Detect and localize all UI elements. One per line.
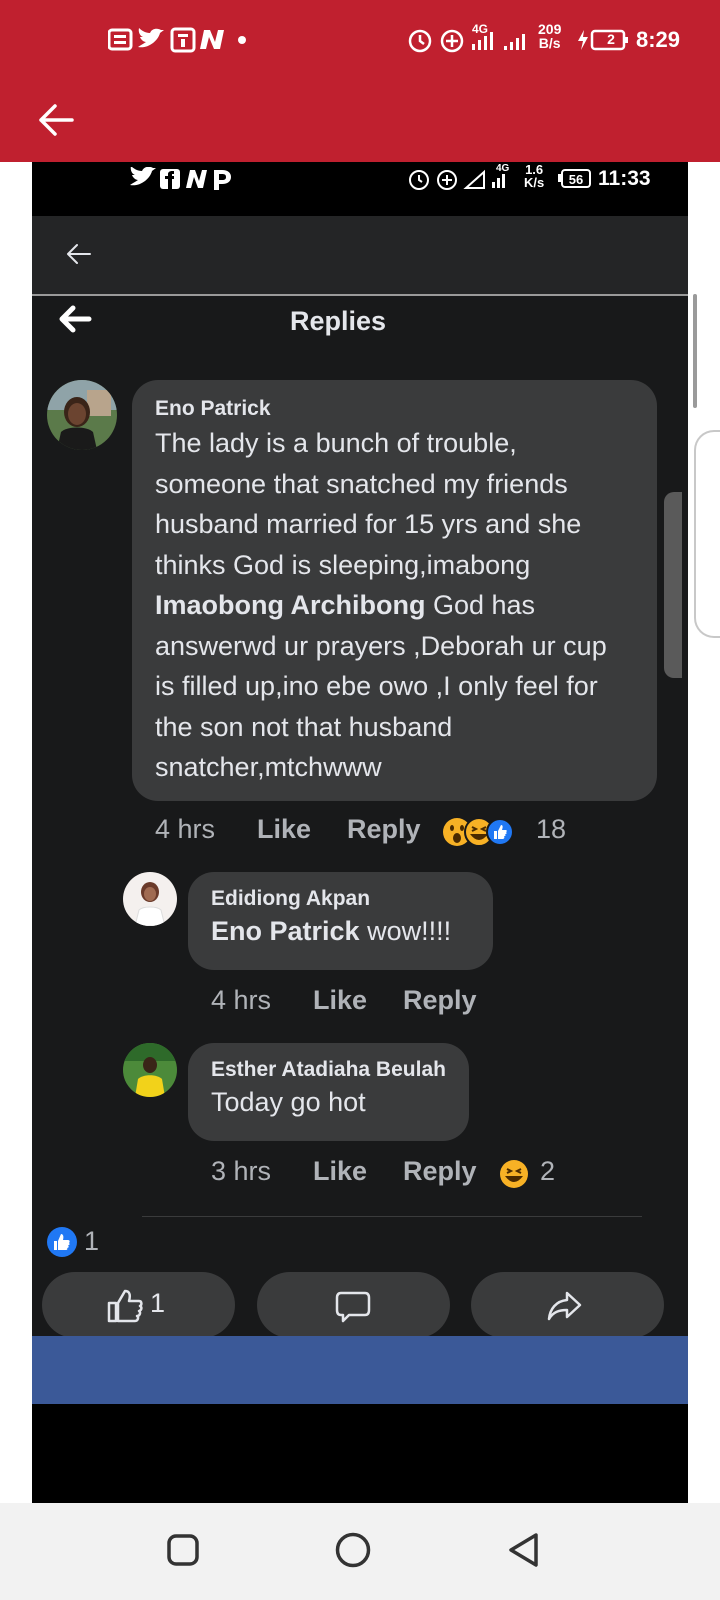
like-action-count: 1 [150,1288,166,1318]
inner-speed-unit: K/s [524,175,545,190]
inner-battery-level: 56 [568,172,584,187]
shared-screenshot: 4G 1.6 K/s 56 11:33 Replies Eno Patrick … [32,162,688,1503]
share-icon [547,1291,582,1321]
mention-link[interactable]: Imaobong Archibong [155,590,425,620]
reaction-count[interactable]: 2 [540,1156,555,1187]
like-button[interactable]: Like [313,1156,367,1187]
back-arrow-icon[interactable] [38,103,74,137]
home-icon[interactable] [334,1531,372,1569]
comment-bubble-3[interactable]: Esther Atadiaha Beulah Today go hot [188,1043,469,1141]
comment-action-button[interactable] [257,1272,450,1338]
comment-text-part: The lady is a bunch of trouble, someone … [155,428,582,580]
comment-text: The lady is a bunch of trouble, someone … [155,423,633,788]
comment-bubble-1[interactable]: Eno Patrick The lady is a bunch of troub… [132,380,657,801]
page-title: Replies [289,306,387,336]
comment-icon [335,1291,371,1323]
battery-level: 2 [607,31,615,47]
replies-screen: Replies Eno Patrick The lady is a bunch … [32,298,688,1398]
status-time: 8:29 [636,27,681,52]
like-action-button[interactable]: 1 [42,1272,235,1338]
reply-button[interactable]: Reply [403,1156,477,1187]
inner-app-bar [32,216,688,296]
comment-author[interactable]: Edidiong Akpan [211,887,471,911]
avatar-eno-patrick[interactable] [47,380,117,450]
comment-bubble-2[interactable]: Edidiong Akpan Eno Patrick wow!!!! [188,872,493,970]
mention-link[interactable]: Eno Patrick [211,916,360,946]
comment-time: 3 hrs [211,1156,272,1186]
edge-tab[interactable] [664,492,682,678]
divider [142,1216,642,1217]
reaction-count[interactable]: 18 [536,814,566,845]
speed-unit: B/s [538,35,561,51]
right-edge [664,162,720,1503]
system-navigation-bar [0,1503,720,1600]
notification-icons [108,27,246,53]
reply-button[interactable]: Reply [347,814,421,845]
share-action-button[interactable] [471,1272,664,1338]
inner-status-bar: 4G 1.6 K/s 56 11:33 [32,162,688,216]
edge-panel-handle[interactable] [694,430,720,638]
back-icon[interactable] [506,1531,542,1569]
outer-app-header: 4G 209 B/s 2 8:29 [0,0,720,162]
post-reaction-count[interactable]: 1 [84,1226,99,1257]
haha-reaction-icon[interactable] [498,1158,530,1190]
inner-status-time: 11:33 [598,167,651,190]
inner-network-type: 4G [496,163,510,174]
alarm-icon [408,29,464,53]
recents-icon[interactable] [166,1533,200,1567]
thumbs-up-icon [107,1289,143,1323]
avatar-esther-atadiaha-beulah[interactable] [123,1043,177,1097]
inner-back-arrow-icon[interactable] [66,243,92,265]
inner-notification-icons [130,167,231,190]
comment-text: Eno Patrick wow!!!! [211,911,471,952]
comment-time: 4 hrs [211,985,272,1015]
bottom-black-area [32,1404,688,1503]
scrollbar[interactable] [693,294,697,408]
banner-strip [32,1336,688,1404]
comment-text-part: wow!!!! [359,916,452,946]
speed-value: 209 [538,21,562,37]
comment-author[interactable]: Esther Atadiaha Beulah [211,1058,447,1082]
like-reaction-icon [47,1227,77,1257]
signal-icon [472,32,525,50]
comment-text: Today go hot [211,1087,366,1117]
reaction-icons[interactable] [442,816,524,850]
avatar-edidiong-akpan[interactable] [123,872,177,926]
reply-button[interactable]: Reply [403,985,477,1016]
comment-time: 4 hrs [155,814,216,844]
like-button[interactable]: Like [257,814,311,845]
comment-author[interactable]: Eno Patrick [155,397,633,421]
like-button[interactable]: Like [313,985,367,1016]
